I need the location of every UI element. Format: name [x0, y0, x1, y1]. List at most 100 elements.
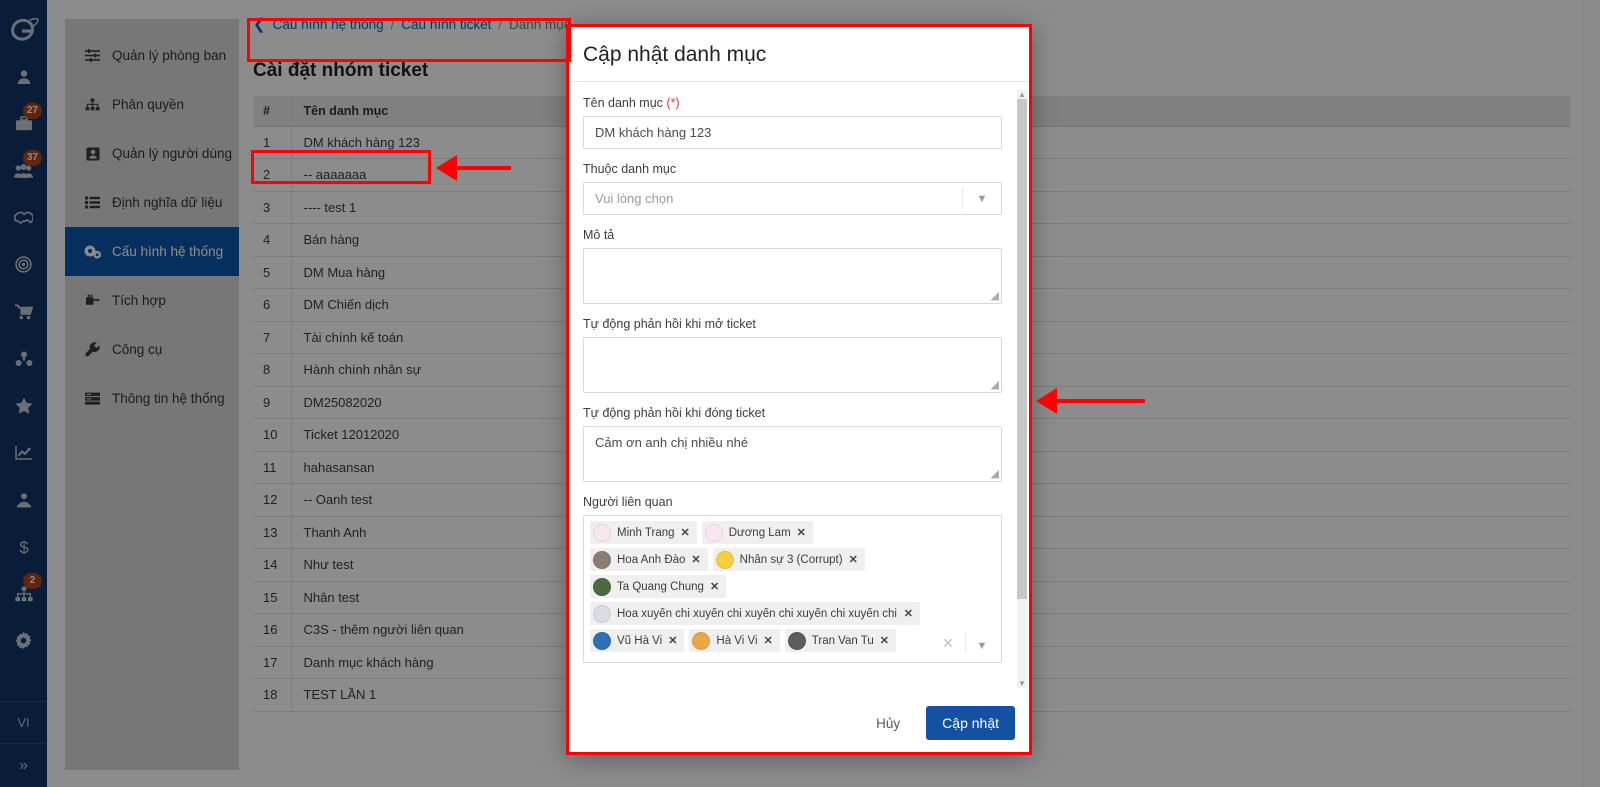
description-textarea[interactable]: ◢ — [583, 248, 1002, 304]
resize-grip-icon[interactable]: ◢ — [991, 378, 999, 391]
row-category-name[interactable]: Ticket 12012020 — [291, 418, 580, 452]
chevron-left-icon[interactable]: ❮ — [253, 17, 266, 32]
remove-tag-icon[interactable]: ✕ — [764, 634, 773, 647]
breadcrumb-item-0[interactable]: Cấu hình hệ thống — [273, 17, 384, 32]
remove-tag-icon[interactable]: ✕ — [691, 553, 700, 566]
gear-icon[interactable] — [0, 617, 47, 664]
right-collapsed-panel[interactable] — [1582, 0, 1600, 787]
row-index: 8 — [253, 353, 292, 387]
update-button[interactable]: Cập nhật — [926, 706, 1015, 740]
remove-tag-icon[interactable]: ✕ — [681, 526, 690, 539]
remove-tag-icon[interactable]: ✕ — [904, 607, 913, 620]
person-tag[interactable]: Ta Quang Chung ✕ — [590, 575, 727, 598]
resize-grip-icon[interactable]: ◢ — [991, 467, 999, 480]
sidebar-item-label: Quản lý phòng ban — [112, 48, 227, 63]
row-index: 3 — [253, 191, 292, 224]
person-tag[interactable]: Tran Van Tu ✕ — [784, 629, 896, 652]
cart-icon[interactable] — [0, 288, 47, 335]
sidebar-item-thong-tin-he-thong[interactable]: Thông tin hệ thống — [65, 374, 239, 423]
scrollbar-thumb[interactable] — [1017, 99, 1027, 599]
parent-category-select[interactable]: Vui lòng chọn ▼ — [583, 182, 1002, 215]
target-icon[interactable] — [0, 241, 47, 288]
sidebar-item-quan-ly-nguoi-dung[interactable]: Quản lý người dùng — [65, 129, 239, 178]
person-tag[interactable]: Hà Vi Vi ✕ — [689, 629, 780, 652]
row-category-name[interactable]: C3S - thêm người liên quan — [291, 613, 580, 647]
row-category-name[interactable]: DM Mua hàng — [291, 256, 580, 289]
sidebar-item-cau-hinh-he-thong[interactable]: Cấu hình hệ thống — [65, 227, 239, 276]
modal-scrollbar[interactable]: ▲ ▼ — [1017, 90, 1027, 688]
clear-icon[interactable]: ✕ — [935, 635, 961, 652]
chart-line-icon[interactable] — [0, 429, 47, 476]
chevron-down-icon[interactable]: ▼ — [969, 640, 995, 652]
parent-category-placeholder: Vui lòng chọn — [595, 191, 674, 206]
scroll-down-arrow-icon[interactable]: ▼ — [1017, 679, 1027, 688]
person-tag[interactable]: Nhân sự 3 (Corrupt) ✕ — [712, 548, 865, 571]
category-name-input[interactable]: DM khách hàng 123 — [583, 116, 1002, 149]
auto-reply-open-textarea[interactable]: ◢ — [583, 337, 1002, 393]
scroll-up-arrow-icon[interactable]: ▲ — [1017, 90, 1027, 99]
person-tag[interactable]: Hoa xuyến chi xuyến chi xuyến chi xuyến … — [590, 602, 920, 625]
auto-reply-close-textarea[interactable]: Cảm ơn anh chị nhiều nhé ◢ — [583, 426, 1002, 482]
sidebar-item-cong-cu[interactable]: Công cụ — [65, 325, 239, 374]
related-people-multiselect[interactable]: Minh Trang ✕ Dương Lam ✕ Hoa Anh Đào ✕ Nhân sự… — [583, 515, 1002, 663]
app-logo[interactable] — [9, 9, 39, 53]
row-category-name[interactable]: Tài chính kế toán — [291, 321, 580, 354]
row-category-name[interactable]: hahasansan — [291, 451, 580, 484]
resize-grip-icon[interactable]: ◢ — [991, 289, 999, 302]
expand-sidebar-button[interactable]: » — [0, 743, 47, 787]
row-category-name[interactable]: -- aaaaaaa — [291, 158, 580, 192]
boxes-icon[interactable] — [0, 335, 47, 382]
row-category-name[interactable]: Như test — [291, 548, 580, 582]
row-category-name[interactable]: Hành chính nhân sự — [291, 353, 580, 387]
secondary-nav: Quản lý phòng ban Phân quyền Quản lý ngư… — [65, 19, 239, 770]
row-category-name[interactable]: ---- test 1 — [291, 191, 580, 224]
sliders-icon — [83, 49, 102, 62]
remove-tag-icon[interactable]: ✕ — [849, 553, 858, 566]
remove-tag-icon[interactable]: ✕ — [668, 634, 677, 647]
person-tag[interactable]: Dương Lam ✕ — [701, 521, 813, 544]
chevron-down-icon[interactable]: ▼ — [963, 193, 1001, 205]
person-tag[interactable]: Minh Trang ✕ — [590, 521, 697, 544]
sidebar-item-label: Cấu hình hệ thống — [112, 244, 224, 259]
avatar — [593, 631, 611, 650]
field-parent-category: Thuộc danh mục Vui lòng chọn ▼ — [583, 162, 1015, 215]
sidebar-item-tich-hop[interactable]: Tích hợp — [65, 276, 239, 325]
row-category-name[interactable]: Danh mục khách hàng — [291, 646, 580, 679]
contact-icon[interactable] — [0, 476, 47, 523]
person-tag-label: Dương Lam — [728, 526, 791, 539]
row-category-name[interactable]: -- Oanh test — [291, 483, 580, 517]
auto-reply-close-value: Cảm ơn anh chị nhiều nhé — [595, 435, 749, 450]
users-group-icon[interactable]: 37 — [0, 147, 47, 194]
avatar — [593, 604, 611, 623]
avatar — [787, 631, 806, 650]
handshake-icon[interactable] — [0, 194, 47, 241]
person-tag-label: Nhân sự 3 (Corrupt) — [739, 553, 843, 566]
row-category-name[interactable]: DM khách hàng 123 — [291, 126, 580, 159]
briefcase-icon[interactable]: 27 — [0, 100, 47, 147]
sitemap-badge: 2 — [23, 573, 42, 589]
sidebar-item-quan-ly-phong-ban[interactable]: Quản lý phòng ban — [65, 31, 239, 80]
language-switcher[interactable]: VI — [0, 701, 47, 743]
briefcase-badge: 27 — [22, 103, 42, 119]
cancel-button[interactable]: Hủy — [866, 708, 910, 739]
sitemap-icon[interactable]: 2 — [0, 570, 47, 617]
row-category-name[interactable]: TEST LẦN 1 — [291, 678, 580, 712]
sidebar-item-dinh-nghia-du-lieu[interactable]: Định nghĩa dữ liệu — [65, 178, 239, 227]
sidebar-item-phan-quyen[interactable]: Phân quyền — [65, 80, 239, 129]
person-tag-label: Vũ Hà Vi — [617, 634, 663, 647]
row-category-name[interactable]: DM Chiến dịch — [291, 288, 580, 322]
breadcrumb-item-1[interactable]: Cấu hình ticket — [401, 17, 491, 32]
row-category-name[interactable]: Nhân test — [291, 581, 580, 614]
person-tag[interactable]: Hoa Anh Đào ✕ — [590, 548, 708, 571]
row-index: 7 — [253, 321, 292, 354]
row-category-name[interactable]: DM25082020 — [291, 386, 580, 419]
dollar-icon[interactable]: $ — [0, 523, 47, 570]
user-icon[interactable] — [0, 53, 47, 100]
person-tag[interactable]: Vũ Hà Vi ✕ — [590, 629, 685, 652]
remove-tag-icon[interactable]: ✕ — [710, 580, 719, 593]
row-category-name[interactable]: Bán hàng — [291, 223, 580, 257]
remove-tag-icon[interactable]: ✕ — [880, 634, 889, 647]
star-icon[interactable] — [0, 382, 47, 429]
row-category-name[interactable]: Thanh Anh — [291, 516, 580, 549]
remove-tag-icon[interactable]: ✕ — [797, 526, 806, 539]
